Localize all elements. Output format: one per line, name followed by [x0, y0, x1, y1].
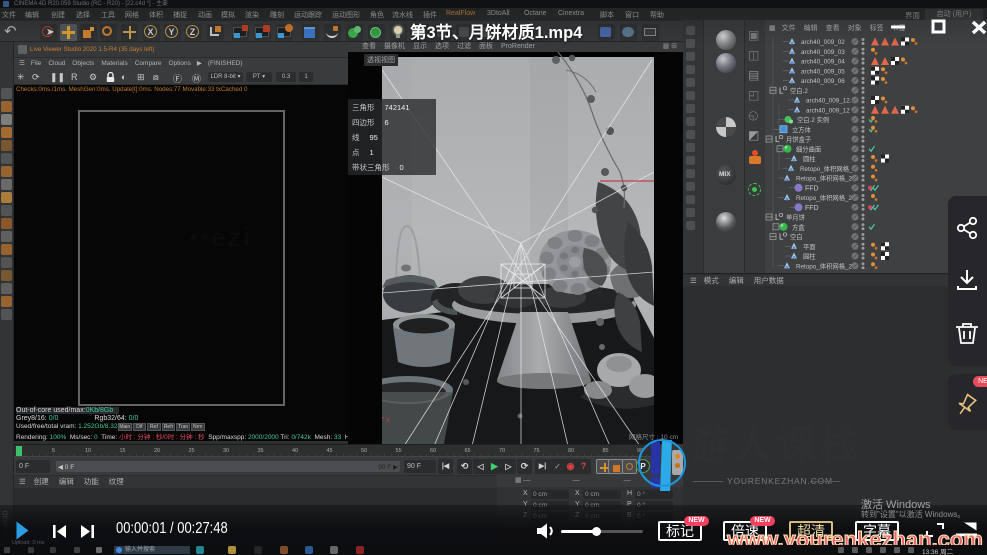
- svg-text:圆柱: 圆柱: [803, 154, 816, 163]
- svg-text:20: 20: [154, 448, 160, 454]
- svg-text:30: 30: [223, 448, 229, 454]
- svg-text:40: 40: [292, 448, 298, 454]
- svg-text:arch40_009_02: arch40_009_02: [801, 39, 845, 46]
- svg-text:15: 15: [119, 448, 125, 454]
- svg-text:方盒: 方盒: [792, 222, 805, 231]
- svg-text:45: 45: [326, 448, 332, 454]
- svg-text:25: 25: [188, 448, 194, 454]
- svg-text:空白.2 实例: 空白.2 实例: [797, 115, 829, 124]
- svg-text:圆柱: 圆柱: [803, 252, 816, 261]
- svg-text:10: 10: [85, 448, 91, 454]
- svg-text:80: 80: [568, 448, 574, 454]
- svg-text:Retopo_体积网格_1: Retopo_体积网格_1: [800, 164, 856, 173]
- svg-text:FFD: FFD: [805, 205, 819, 212]
- svg-text:arch40_009_03: arch40_009_03: [801, 49, 845, 56]
- svg-text:75: 75: [533, 448, 539, 454]
- svg-text:arch40_009_04: arch40_009_04: [801, 59, 845, 66]
- svg-text:55: 55: [395, 448, 401, 454]
- svg-text:arch40_009_12: arch40_009_12: [806, 107, 850, 114]
- svg-text:平面: 平面: [803, 243, 816, 251]
- svg-text:70: 70: [499, 448, 505, 454]
- svg-text:FFD: FFD: [805, 185, 819, 192]
- svg-text:Retopo_体积网格_2.1: Retopo_体积网格_2.1: [796, 174, 858, 183]
- svg-text:x: x: [386, 415, 390, 424]
- svg-text:50: 50: [361, 448, 367, 454]
- svg-text:arch40_009_06: arch40_009_06: [801, 78, 845, 85]
- svg-text:5: 5: [52, 448, 55, 454]
- svg-text:空白.2: 空白.2: [790, 86, 808, 95]
- svg-text:月饼盒子: 月饼盒子: [786, 135, 811, 144]
- svg-text:Retopo_体积网格_2: Retopo_体积网格_2: [796, 193, 852, 202]
- svg-text:85: 85: [602, 448, 608, 454]
- svg-text:空白: 空白: [790, 232, 803, 241]
- svg-text:35: 35: [257, 448, 263, 454]
- svg-text:arch40_009_12.1: arch40_009_12.1: [806, 98, 856, 105]
- svg-text:立方体: 立方体: [792, 125, 812, 134]
- svg-text:细分曲面: 细分曲面: [796, 144, 821, 153]
- svg-text:65: 65: [464, 448, 470, 454]
- svg-text:60: 60: [430, 448, 436, 454]
- svg-text:arch40_009_05: arch40_009_05: [801, 68, 845, 75]
- svg-text:Retopo_体积网格_2: Retopo_体积网格_2: [796, 261, 852, 270]
- svg-text:单月饼: 单月饼: [786, 213, 805, 222]
